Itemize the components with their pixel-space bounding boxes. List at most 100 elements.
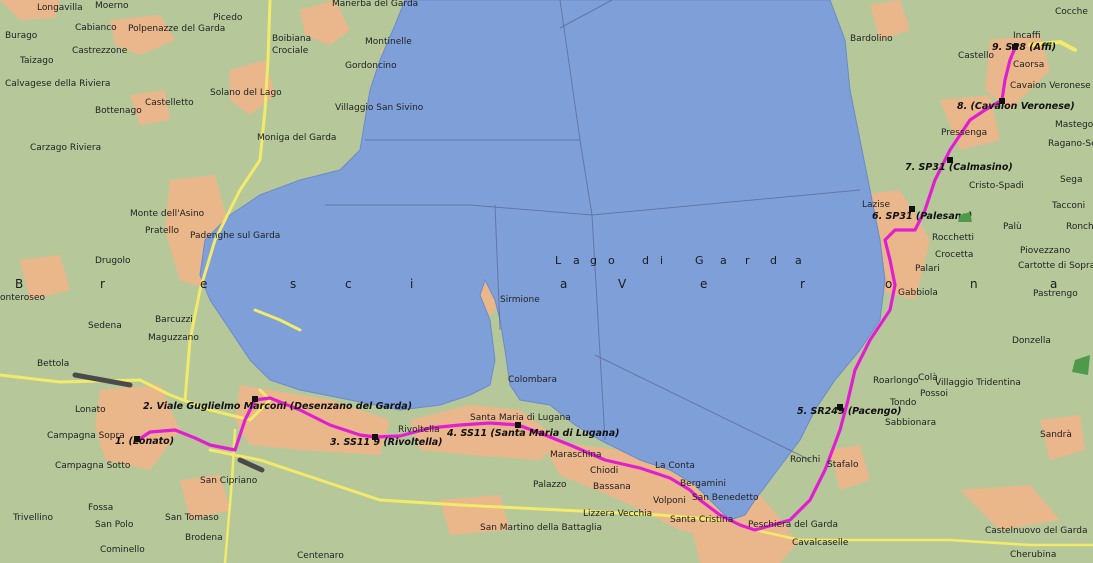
svg-text:Cavaion Veronese: Cavaion Veronese: [1010, 81, 1091, 91]
svg-text:Taizago: Taizago: [19, 56, 54, 66]
svg-text:d: d: [770, 254, 777, 267]
svg-text:Mastego: Mastego: [1055, 120, 1093, 130]
svg-text:Villaggio San Sivino: Villaggio San Sivino: [335, 103, 424, 113]
svg-text:n: n: [970, 277, 978, 291]
svg-text:Trivellino: Trivellino: [12, 513, 53, 523]
svg-text:Donzella: Donzella: [1012, 336, 1051, 346]
svg-text:Longavilla: Longavilla: [37, 3, 83, 13]
svg-text:Monte dell'Asino: Monte dell'Asino: [130, 209, 205, 219]
svg-text:a: a: [720, 254, 727, 267]
svg-text:Castelletto: Castelletto: [145, 98, 194, 108]
svg-text:r: r: [745, 254, 750, 267]
svg-text:Cartotte di Sopra: Cartotte di Sopra: [1018, 261, 1093, 271]
svg-text:Calvagese della Riviera: Calvagese della Riviera: [5, 79, 110, 89]
svg-text:r: r: [100, 277, 105, 291]
svg-text:Pratello: Pratello: [145, 226, 180, 236]
svg-text:3. SS11 9 (Rivoltella): 3. SS11 9 (Rivoltella): [330, 437, 442, 448]
svg-text:e: e: [700, 277, 708, 291]
svg-text:Moniga del Garda: Moniga del Garda: [257, 133, 336, 143]
svg-text:Ronchi: Ronchi: [790, 455, 820, 465]
svg-text:Solano del Lago: Solano del Lago: [210, 88, 282, 98]
svg-text:1. (Lonato): 1. (Lonato): [115, 436, 174, 447]
svg-text:Cavalcaselle: Cavalcaselle: [792, 538, 849, 548]
svg-text:Incaffi: Incaffi: [1013, 31, 1041, 41]
svg-text:Gabbiola: Gabbiola: [898, 288, 938, 298]
svg-text:San Polo: San Polo: [95, 520, 134, 530]
svg-text:Cherubina: Cherubina: [1010, 550, 1056, 560]
map-canvas[interactable]: L a g o d i G a r d a e s c i a V e r B …: [0, 0, 1093, 563]
svg-text:Campagna Sotto: Campagna Sotto: [55, 461, 131, 471]
svg-text:Palù: Palù: [1003, 222, 1022, 232]
svg-text:Ronchi: Ronchi: [1066, 222, 1093, 232]
svg-text:Cristo-Spadi: Cristo-Spadi: [969, 181, 1024, 191]
svg-text:i: i: [410, 277, 414, 291]
svg-text:Fossa: Fossa: [88, 503, 113, 513]
svg-text:Possoi: Possoi: [920, 389, 948, 399]
svg-text:Maguzzano: Maguzzano: [148, 333, 199, 343]
svg-text:Maraschina: Maraschina: [550, 450, 602, 460]
svg-text:Campagna Sopra: Campagna Sopra: [47, 431, 125, 441]
svg-text:Stafalo: Stafalo: [827, 460, 859, 470]
svg-text:Boibiana: Boibiana: [272, 34, 311, 44]
svg-text:B: B: [15, 277, 24, 291]
svg-text:Rivoltella: Rivoltella: [398, 425, 440, 435]
svg-text:Cocche: Cocche: [1055, 7, 1088, 17]
svg-text:e: e: [200, 277, 208, 291]
svg-text:Crocetta: Crocetta: [935, 250, 973, 260]
svg-text:g: g: [590, 254, 597, 267]
svg-text:Pressenga: Pressenga: [941, 128, 987, 138]
svg-text:Polpenazze del Garda: Polpenazze del Garda: [128, 24, 225, 34]
svg-text:s: s: [290, 277, 297, 291]
svg-text:Castelnuovo del Garda: Castelnuovo del Garda: [985, 526, 1088, 536]
svg-text:Castello: Castello: [958, 51, 995, 61]
svg-text:a: a: [573, 254, 580, 267]
svg-text:Brodena: Brodena: [185, 533, 223, 543]
svg-text:Burago: Burago: [5, 31, 38, 41]
svg-text:Cabianco: Cabianco: [75, 23, 117, 33]
svg-text:8. (Cavaion Veronese): 8. (Cavaion Veronese): [957, 101, 1075, 112]
svg-text:Centenaro: Centenaro: [297, 551, 344, 561]
svg-text:Lizzera Vecchia: Lizzera Vecchia: [583, 509, 652, 519]
svg-text:Palari: Palari: [915, 264, 940, 274]
svg-text:Colombara: Colombara: [508, 375, 557, 385]
svg-text:d: d: [642, 254, 649, 267]
svg-text:Barcuzzi: Barcuzzi: [155, 315, 193, 325]
svg-text:Santa Maria di Lugana: Santa Maria di Lugana: [470, 413, 571, 423]
svg-text:Peschiera del Garda: Peschiera del Garda: [748, 520, 838, 530]
svg-text:San Tomaso: San Tomaso: [165, 513, 219, 523]
svg-text:7. SP31 (Calmasino): 7. SP31 (Calmasino): [905, 162, 1013, 173]
svg-text:Padenghe sul Garda: Padenghe sul Garda: [190, 231, 280, 241]
svg-text:San Cipriano: San Cipriano: [200, 476, 258, 486]
svg-text:Sirmione: Sirmione: [500, 295, 540, 305]
svg-text:Carzago Riviera: Carzago Riviera: [30, 143, 101, 153]
svg-text:Villaggio Tridentina: Villaggio Tridentina: [935, 378, 1021, 388]
svg-text:c: c: [345, 277, 352, 291]
svg-text:Gordoncino: Gordoncino: [345, 61, 397, 71]
svg-text:Palazzo: Palazzo: [533, 480, 567, 490]
svg-text:Rocchetti: Rocchetti: [932, 233, 974, 243]
svg-text:Cominello: Cominello: [100, 545, 145, 555]
svg-text:Montinelle: Montinelle: [365, 37, 412, 47]
svg-text:i: i: [660, 254, 663, 267]
svg-text:Bardolino: Bardolino: [850, 34, 893, 44]
svg-text:Manerba del Garda: Manerba del Garda: [332, 0, 418, 9]
svg-text:a: a: [560, 277, 568, 291]
svg-text:Tacconi: Tacconi: [1051, 201, 1085, 211]
svg-text:Castrezzone: Castrezzone: [72, 46, 128, 56]
svg-text:5. SR249 (Pacengo): 5. SR249 (Pacengo): [797, 406, 901, 417]
svg-text:Crociale: Crociale: [272, 46, 309, 56]
svg-text:Piovezzano: Piovezzano: [1020, 246, 1071, 256]
svg-text:Bergamini: Bergamini: [680, 479, 726, 489]
svg-text:Chiodi: Chiodi: [590, 466, 618, 476]
svg-text:San Martino della Battaglia: San Martino della Battaglia: [480, 523, 602, 533]
svg-text:Roarlongo: Roarlongo: [873, 376, 919, 386]
svg-text:Sega: Sega: [1060, 175, 1082, 185]
svg-text:Ragano-Sega: Ragano-Sega: [1048, 139, 1093, 149]
svg-text:Bettola: Bettola: [37, 359, 69, 369]
svg-text:o: o: [885, 277, 893, 291]
svg-text:Sedena: Sedena: [88, 321, 122, 331]
svg-text:Lonato: Lonato: [75, 405, 106, 415]
svg-text:V: V: [618, 277, 627, 291]
svg-text:Bottenago: Bottenago: [95, 106, 142, 116]
svg-text:o: o: [608, 254, 615, 267]
